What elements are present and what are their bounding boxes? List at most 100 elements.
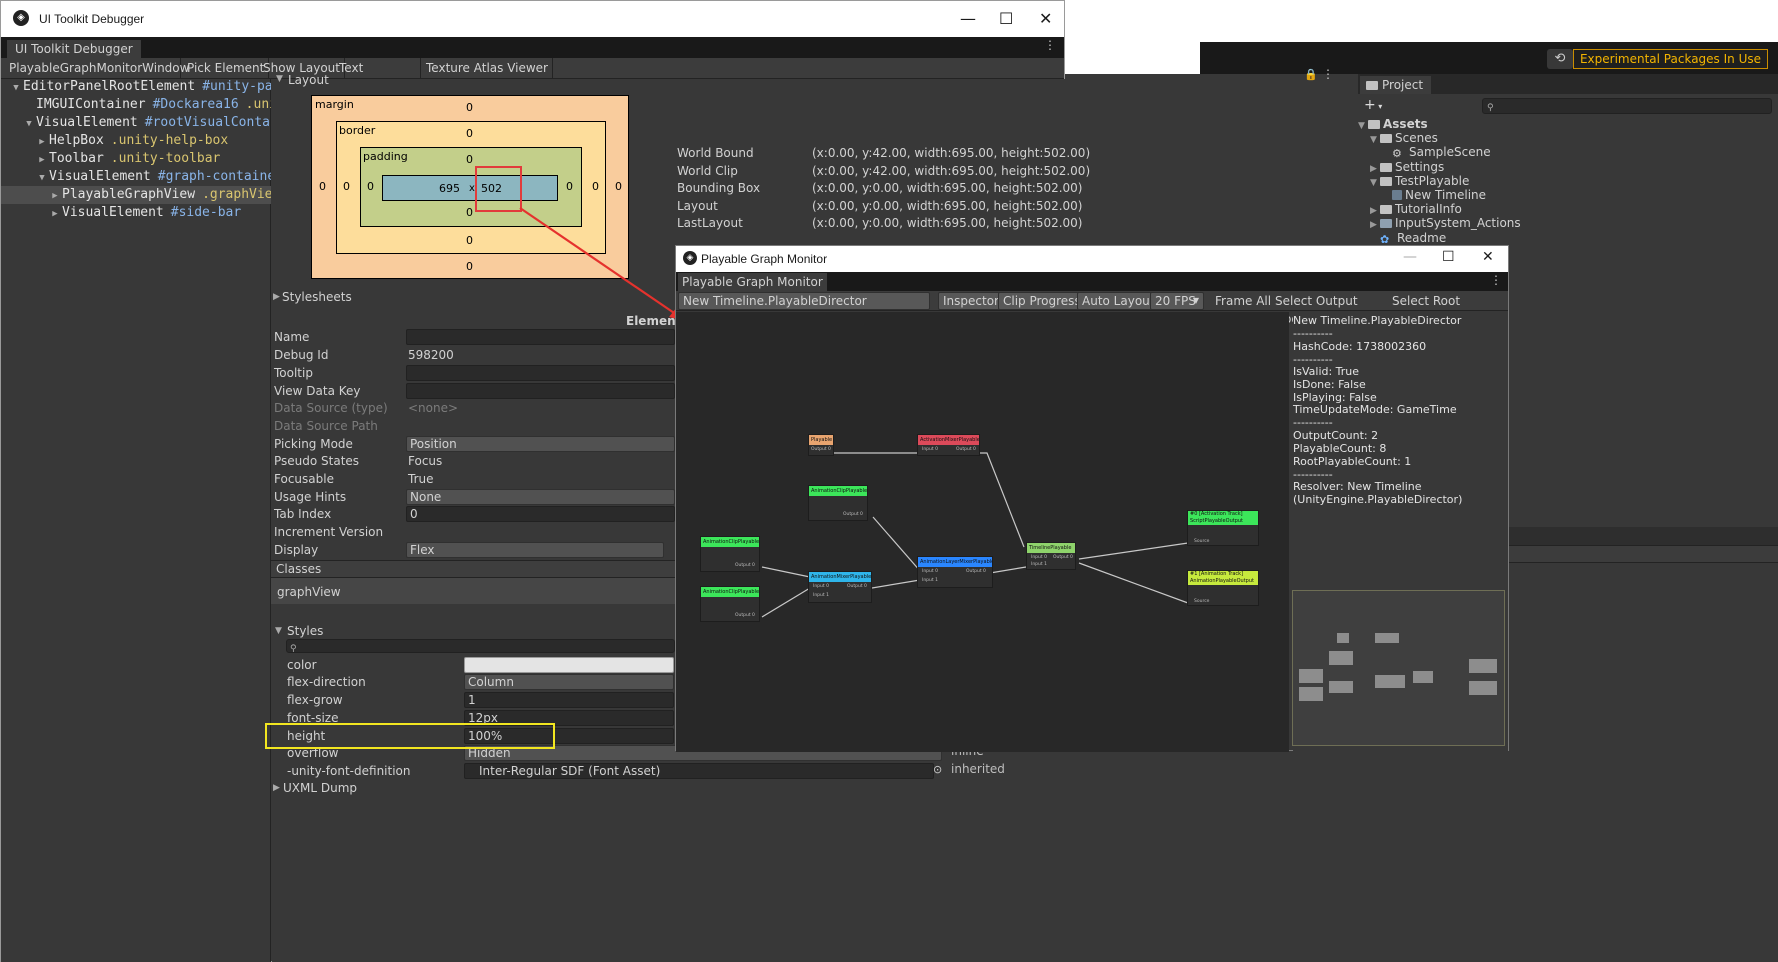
expand-arrow-icon[interactable]: ▼ (35, 169, 49, 186)
graph-node-output-0[interactable]: #0 [Activation Track] ScriptPlayableOutp… (1187, 510, 1259, 546)
add-button[interactable]: + ▾ (1364, 97, 1382, 113)
maximize-icon[interactable]: ☐ (999, 9, 1013, 28)
expand-arrow-icon[interactable]: ▼ (1358, 118, 1368, 134)
minimap[interactable] (1292, 590, 1505, 746)
tab-playable-graph-monitor[interactable]: Playable Graph Monitor (678, 273, 827, 291)
history-icon[interactable]: ⟲ (1547, 49, 1573, 69)
select-output-node-dropdown[interactable]: Select Output Node▼ (1271, 292, 1383, 326)
auto-layout-toggle[interactable]: Auto Layout (1077, 292, 1160, 310)
fps-dropdown[interactable]: 20 FPS ▼ (1150, 292, 1204, 310)
graph-node-animation-mixer[interactable]: AnimationMixerPlayable Input 0 Input 1 O… (808, 571, 872, 603)
tooltip-field[interactable] (406, 365, 675, 381)
expand-arrow-icon[interactable]: ▶ (48, 187, 62, 204)
display-dropdown[interactable]: Flex (406, 542, 664, 558)
tree-node[interactable]: ▶ HelpBox .unity-help-box (1, 132, 271, 150)
expand-arrow-icon[interactable]: ▶ (35, 151, 49, 168)
lock-icon[interactable]: 🔒 (1304, 68, 1318, 81)
graph-node-activation-mixer[interactable]: ActivationMixerPlayable Input 0 Output 0 (917, 434, 980, 456)
text-overlays-dropdown[interactable]: Text Overlays▼ (335, 58, 421, 95)
box-model-content: 695 x 502 (382, 175, 558, 201)
project-item-label: InputSystem_Actions (1395, 216, 1521, 231)
tree-node[interactable]: ▶ VisualElement #side-bar (1, 204, 271, 222)
close-icon[interactable]: ✕ (1039, 9, 1052, 28)
graph-node-output-1[interactable]: #1 [Animation Track] AnimationPlayableOu… (1187, 570, 1259, 606)
expand-arrow-icon[interactable]: ▼ (275, 626, 282, 636)
maximize-icon[interactable]: ☐ (1442, 249, 1455, 265)
minimize-icon[interactable]: — (960, 9, 976, 28)
info-line: IsValid: True (1293, 365, 1360, 378)
inspector-toggle[interactable]: Inspector (938, 292, 1004, 310)
window-titlebar[interactable]: ◈ UI Toolkit Debugger — ☐ ✕ (1, 1, 1064, 37)
window-select-dropdown[interactable]: PlayableGraphMonitorWindow▼ (5, 58, 189, 92)
graph-node-animation-layer-mixer[interactable]: AnimationLayerMixerPlayable Input 0 Inpu… (917, 556, 993, 588)
timeline-asset-icon (1392, 190, 1402, 200)
tab-project[interactable]: Project (1360, 76, 1432, 94)
graph-node-timeline[interactable]: TimelinePlayable Input 0 Input 1 Output … (1026, 542, 1076, 570)
object-picker-icon[interactable]: ⊙ (933, 763, 942, 776)
classes-header[interactable] (271, 560, 675, 578)
experimental-packages-badge[interactable]: Experimental Packages In Use (1572, 49, 1768, 69)
graph-node-animation-clip-1[interactable]: AnimationClipPlayable Output 0 (808, 485, 868, 521)
picking-mode-dropdown[interactable]: Position (406, 436, 675, 452)
pick-element-button[interactable]: Pick Element (183, 58, 270, 78)
classes-label: Classes (276, 562, 322, 576)
monitor-title: Playable Graph Monitor (701, 252, 828, 266)
style-property-value[interactable]: Column (464, 674, 674, 690)
graph-node-animation-clip-3[interactable]: AnimationClipPlayable Output 0 (700, 586, 760, 622)
tree-node[interactable]: ▼ VisualElement #graph-container (1, 168, 271, 186)
usage-hints-dropdown[interactable]: None (406, 489, 675, 505)
expand-arrow-icon[interactable]: ▼ (22, 115, 36, 132)
styles-search-input[interactable]: ⚲ (286, 639, 675, 653)
name-field[interactable] (406, 329, 675, 345)
close-icon[interactable]: ✕ (1482, 249, 1494, 265)
stylesheets-header[interactable]: Stylesheets (282, 290, 352, 304)
info-line: New Timeline.PlayableDirector (1293, 314, 1462, 327)
styles-header[interactable]: Styles (287, 624, 323, 638)
select-root-node-dropdown[interactable]: Select Root Node▼ (1388, 292, 1492, 326)
menu-icon[interactable]: ⋮ (1322, 67, 1334, 81)
menu-icon[interactable]: ⋮ (1044, 38, 1056, 52)
layout-header[interactable]: Layout (288, 73, 329, 87)
tree-node[interactable]: ▶ Toolbar .unity-toolbar (1, 150, 271, 168)
expand-arrow-icon[interactable]: ▼ (276, 74, 283, 84)
focusable-value: True (408, 472, 434, 486)
menu-icon[interactable]: ⋮ (1490, 273, 1502, 287)
director-dropdown[interactable]: New Timeline.PlayableDirector <173800236… (678, 292, 930, 324)
graph-node-playable[interactable]: Playable Output 0 (808, 434, 834, 456)
tab-index-field[interactable]: 0 (406, 506, 675, 522)
style-property-value[interactable]: Inter-Regular SDF (Font Asset) (464, 763, 934, 779)
usage-hints-label: Usage Hints (274, 490, 347, 504)
expand-arrow-icon[interactable]: ▶ (273, 292, 280, 302)
monitor-titlebar[interactable]: ◈ Playable Graph Monitor — ☐ ✕ (676, 246, 1508, 272)
class-chip[interactable]: graphView (277, 585, 341, 599)
frame-all-button[interactable]: Frame All (1211, 292, 1275, 310)
tree-node-class: .unity-toolbar (110, 151, 221, 166)
tree-node[interactable]: ▼VisualElement #rootVisualContainer (1, 114, 271, 132)
expand-arrow-icon[interactable]: ▼ (9, 79, 23, 96)
project-search-input[interactable]: ⚲ (1482, 98, 1772, 114)
expand-arrow-icon[interactable]: ▼ (1370, 132, 1380, 148)
minimize-icon[interactable]: — (1403, 249, 1417, 265)
project-tab-label: Project (1382, 78, 1424, 92)
expand-arrow-icon[interactable]: ▼ (1370, 175, 1380, 191)
clip-progress-toggle[interactable]: Clip Progress (998, 292, 1086, 310)
expand-arrow-icon[interactable]: ▶ (273, 783, 280, 793)
tab-ui-toolkit-debugger[interactable]: UI Toolkit Debugger (7, 40, 141, 58)
view-data-key-field[interactable] (406, 383, 675, 399)
graph-view[interactable]: Playable Output 0 ActivationMixerPlayabl… (676, 312, 1289, 752)
tree-node[interactable]: ▶PlayableGraphView .graphView (1, 186, 271, 204)
texture-atlas-viewer-button[interactable]: Texture Atlas Viewer (422, 58, 553, 78)
info-line: TimeUpdateMode: GameTime (1293, 403, 1457, 416)
project-item-label: TestPlayable (1395, 173, 1470, 188)
style-property-value[interactable]: 1 (464, 692, 674, 708)
tree-node[interactable]: IMGUIContainer #Dockarea16 .unity-imgui-co… (1, 96, 271, 114)
expand-arrow-icon[interactable]: ▶ (35, 133, 49, 150)
color-swatch[interactable] (464, 657, 674, 673)
tree-node-type: VisualElement (36, 115, 138, 130)
tree-node[interactable]: ▼EditorPanelRootElement #unity-panel-cont… (1, 78, 271, 96)
tree-node-id: #graph-container (157, 169, 271, 184)
graph-node-animation-clip-2[interactable]: AnimationClipPlayable Output 0 (700, 536, 760, 572)
expand-arrow-icon[interactable]: ▶ (48, 205, 62, 222)
folder-icon (1366, 81, 1378, 90)
uxml-dump-header[interactable]: UXML Dump (283, 781, 357, 795)
